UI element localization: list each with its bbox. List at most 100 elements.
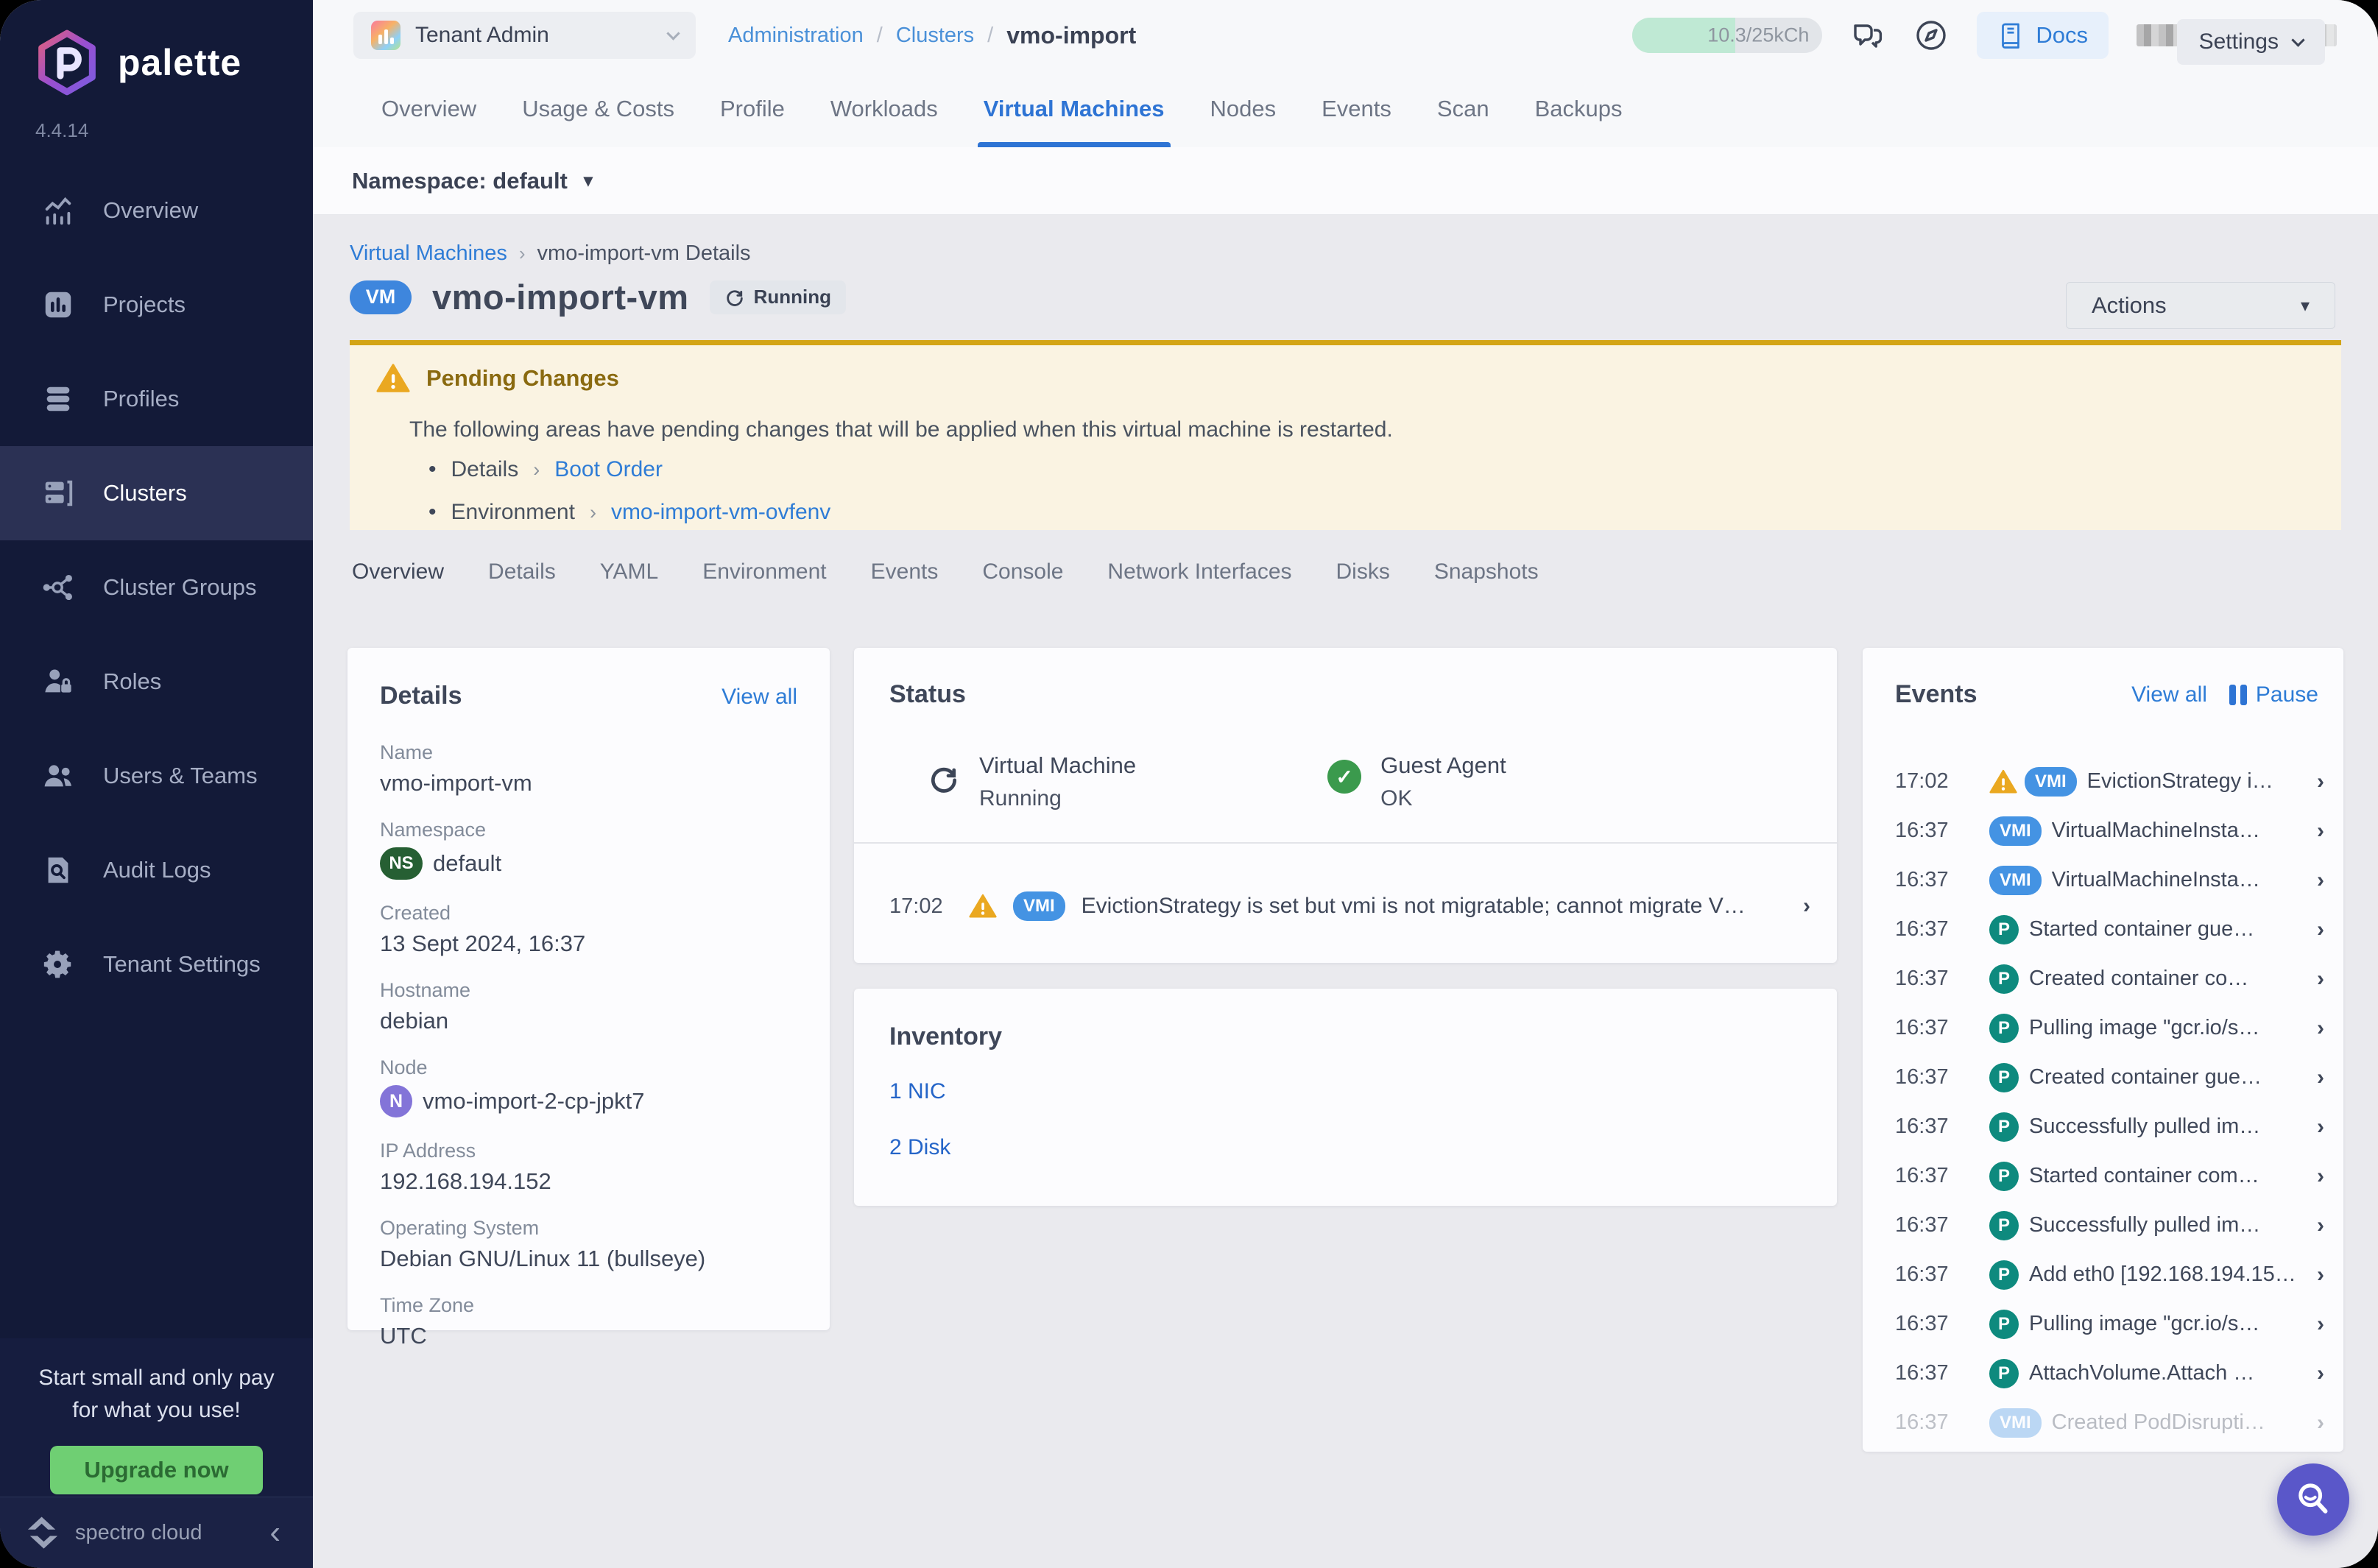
profiles-icon (41, 382, 75, 416)
inventory-card: Inventory 1 NIC 2 Disk (854, 989, 1837, 1206)
tab-virtual-machines[interactable]: Virtual Machines (984, 71, 1165, 147)
settings-button[interactable]: Settings (2177, 19, 2325, 65)
tab-overview[interactable]: Overview (381, 71, 476, 147)
inventory-nic-link[interactable]: 1 NIC (889, 1079, 1837, 1104)
tenant-label: Tenant Admin (415, 23, 654, 48)
vmi-badge: VMI (1013, 891, 1065, 921)
sidebar-nav: Overview Projects Profiles Clusters Clus… (0, 163, 313, 1011)
event-row[interactable]: 16:37 VMI VirtualMachineInsta… › (1895, 855, 2324, 905)
tab-workloads[interactable]: Workloads (830, 71, 938, 147)
pause-icon (2229, 685, 2247, 705)
pending-area: Environment (451, 500, 575, 525)
events-view-all-link[interactable]: View all (2131, 682, 2207, 707)
gear-icon (41, 947, 75, 981)
sidebar-item-profiles[interactable]: Profiles (0, 352, 313, 446)
subtab-snapshots[interactable]: Snapshots (1434, 559, 1539, 585)
sidebar-item-tenant-settings[interactable]: Tenant Settings (0, 917, 313, 1011)
tab-nodes[interactable]: Nodes (1210, 71, 1277, 147)
breadcrumb-administration[interactable]: Administration (728, 24, 864, 48)
event-row[interactable]: 16:37 P Started container com… › (1895, 1151, 2324, 1201)
event-row[interactable]: 16:37 P Created container gue… › (1895, 1053, 2324, 1102)
sidebar-item-roles[interactable]: Roles (0, 635, 313, 729)
events-pause-button[interactable]: Pause (2229, 682, 2318, 707)
chevron-right-icon: › (533, 459, 540, 481)
search-fab-button[interactable] (2277, 1463, 2349, 1536)
event-row[interactable]: 16:37 P Pulling image "gcr.io/s… › (1895, 1299, 2324, 1349)
sidebar-item-projects[interactable]: Projects (0, 258, 313, 352)
namespace-selector[interactable]: Namespace: default ▾ (313, 147, 2378, 215)
event-row[interactable]: 17:02 VMI EvictionStrategy i… › (1895, 757, 2324, 806)
vm-breadcrumb-current: vmo-import-vm Details (537, 241, 751, 266)
sidebar-item-clusters[interactable]: Clusters (0, 446, 313, 540)
details-view-all-link[interactable]: View all (721, 685, 797, 710)
docs-button[interactable]: Docs (1977, 12, 2109, 59)
sidebar-collapse-icon[interactable]: ‹ (269, 1516, 281, 1549)
event-message: Created container gue… (2029, 1065, 2307, 1090)
status-warning-event[interactable]: 17:02 VMI EvictionStrategy is set but vm… (889, 866, 1810, 947)
sidebar-item-overview[interactable]: Overview (0, 163, 313, 258)
pod-badge: P (1989, 1211, 2019, 1240)
usage-meter-value: 10.3/25kCh (1707, 24, 1809, 47)
subtab-overview[interactable]: Overview (352, 559, 444, 585)
event-row[interactable]: 16:37 P Created container co… › (1895, 954, 2324, 1003)
vm-breadcrumb-link[interactable]: Virtual Machines (350, 241, 507, 266)
subtab-console[interactable]: Console (982, 559, 1063, 585)
tab-scan[interactable]: Scan (1437, 71, 1489, 147)
app-window: palette 4.4.14 Overview Projects Profile… (0, 0, 2378, 1568)
event-row[interactable]: 16:37 P Successfully pulled im… › (1895, 1201, 2324, 1250)
subtab-details[interactable]: Details (488, 559, 556, 585)
event-message: Started container gue… (2029, 917, 2307, 942)
breadcrumb-separator: › (519, 242, 526, 265)
vm-subtabs: Overview Details YAML Environment Events… (352, 559, 1539, 585)
event-message: Created PodDisrupti… (2052, 1410, 2307, 1435)
app-version: 4.4.14 (0, 97, 313, 142)
event-row[interactable]: 16:37 VMI VirtualMachineInsta… › (1895, 806, 2324, 855)
subtab-network-interfaces[interactable]: Network Interfaces (1107, 559, 1291, 585)
inventory-disk-link[interactable]: 2 Disk (889, 1135, 1837, 1160)
subtab-yaml[interactable]: YAML (600, 559, 658, 585)
chat-icon[interactable] (1850, 18, 1885, 53)
event-time: 17:02 (889, 894, 953, 919)
chevron-right-icon: › (2317, 917, 2324, 942)
field-created: Created 13 Sept 2024, 16:37 (380, 902, 797, 957)
tab-profile[interactable]: Profile (720, 71, 785, 147)
subtab-disks[interactable]: Disks (1336, 559, 1390, 585)
event-row[interactable]: 16:37 P AttachVolume.Attach … › (1895, 1349, 2324, 1398)
tab-backups[interactable]: Backups (1535, 71, 1623, 147)
sidebar-item-cluster-groups[interactable]: Cluster Groups (0, 540, 313, 635)
pending-changes-title: Pending Changes (426, 365, 619, 392)
vmi-badge: VMI (2025, 767, 2077, 797)
tab-usage-costs[interactable]: Usage & Costs (522, 71, 674, 147)
pending-changes-banner: Pending Changes The following areas have… (350, 340, 2341, 530)
promo-text: Start small and only pay for what you us… (0, 1362, 313, 1427)
breadcrumb-clusters[interactable]: Clusters (896, 24, 974, 48)
chevron-right-icon: › (2317, 1312, 2324, 1337)
chevron-right-icon: › (2317, 1115, 2324, 1140)
compass-icon[interactable] (1913, 18, 1949, 53)
subtab-environment[interactable]: Environment (702, 559, 826, 585)
event-row[interactable]: 16:37 P Successfully pulled im… › (1895, 1102, 2324, 1151)
pending-link-boot-order[interactable]: Boot Order (554, 457, 663, 482)
vm-badge: VM (350, 280, 412, 314)
pending-link-ovfenv[interactable]: vmo-import-vm-ovfenv (611, 500, 830, 525)
breadcrumb-separator: / (987, 24, 993, 48)
spectro-cloud-wordmark: spectro cloud (75, 1521, 202, 1545)
pod-badge: P (1989, 1014, 2019, 1043)
chevron-right-icon: › (2317, 1164, 2324, 1189)
event-row[interactable]: 16:37 P Add eth0 [192.168.194.15… › (1895, 1250, 2324, 1299)
details-card: Details View all Name vmo-import-vm Name… (347, 648, 830, 1330)
tab-events[interactable]: Events (1322, 71, 1391, 147)
event-row[interactable]: 16:37 P Started container gue… › (1895, 905, 2324, 954)
upgrade-now-button[interactable]: Upgrade now (50, 1446, 262, 1494)
brand-logo: palette (0, 0, 313, 97)
tenant-scope-selector[interactable]: Tenant Admin (353, 12, 696, 59)
event-row[interactable]: 16:37 VMI Created PodDisrupti… › (1895, 1398, 2324, 1447)
chevron-right-icon: › (2317, 1213, 2324, 1238)
event-row[interactable]: 16:37 P Pulling image "gcr.io/s… › (1895, 1003, 2324, 1053)
vmi-badge: VMI (1989, 866, 2042, 895)
subtab-events[interactable]: Events (871, 559, 939, 585)
sidebar-item-users-teams[interactable]: Users & Teams (0, 729, 313, 823)
actions-dropdown[interactable]: Actions ▾ (2066, 282, 2335, 329)
chevron-right-icon: › (2317, 1065, 2324, 1090)
sidebar-item-audit-logs[interactable]: Audit Logs (0, 823, 313, 917)
